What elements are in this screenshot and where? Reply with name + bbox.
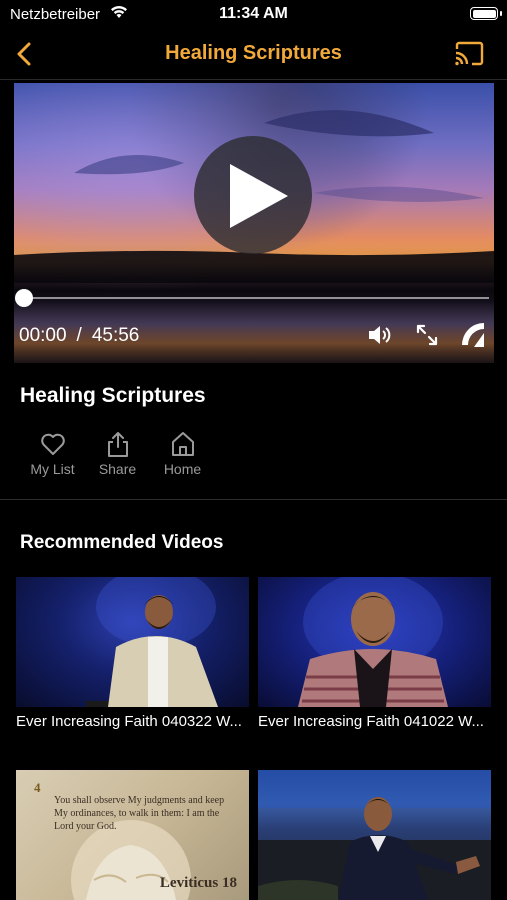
video-thumbnail[interactable] [16,577,249,707]
speaker-thumbnail-art [258,770,491,900]
my-list-label: My List [30,461,75,477]
current-time: 00:00 [19,325,67,346]
page-title: Healing Scriptures [165,42,342,64]
speaker-thumbnail-art [298,577,448,707]
verse-text: You shall observe My judgments and keep … [54,795,225,832]
my-list-button[interactable]: My List [20,430,85,477]
progress-knob[interactable] [15,289,33,307]
verse-number: 4 [34,780,41,795]
video-player[interactable]: 00:00 / 45:56 [14,83,494,363]
volume-icon[interactable] [367,323,393,347]
video-card[interactable]: 4 You shall observe My judgments and kee… [16,770,249,900]
video-card[interactable]: Ever Increasing Faith 040322 W... [16,577,249,730]
play-button[interactable] [194,136,312,254]
home-label: Home [163,461,202,477]
time-separator: / [76,325,82,346]
action-bar: My List Share Home [20,430,215,477]
progress-bar[interactable] [15,289,489,307]
status-time: 11:34 AM [219,5,288,22]
share-icon [107,432,128,457]
section-divider [0,499,507,500]
status-bar: Netzbetreiber 11:34 AM [0,0,507,28]
time-display: 00:00 / 45:56 [19,325,139,347]
video-thumbnail[interactable] [258,770,491,900]
nav-bar: Healing Scriptures [0,28,507,80]
home-button[interactable]: Home [150,430,215,477]
share-label: Share [98,461,137,477]
speaker-thumbnail-art [86,577,218,707]
battery-cap [500,11,502,16]
play-icon [230,164,288,228]
video-title: Healing Scriptures [20,384,206,407]
heart-icon [40,433,65,455]
video-card-title: Ever Increasing Faith 041022 W... [258,713,484,730]
video-thumbnail[interactable]: 4 You shall observe My judgments and kee… [16,770,249,900]
video-card[interactable]: Ever Increasing Faith 041022 W... [258,577,491,730]
home-icon [171,432,194,456]
cast-icon[interactable] [453,40,485,68]
video-card[interactable] [258,770,491,900]
video-thumbnail[interactable] [258,577,491,707]
airplay-icon[interactable] [460,321,486,349]
duration: 45:56 [91,325,140,346]
verse-reference: Leviticus 18 [159,875,237,891]
recommended-heading: Recommended Videos [20,532,224,553]
share-button[interactable]: Share [85,430,150,477]
battery-icon [470,7,498,20]
fullscreen-icon[interactable] [415,323,439,347]
video-card-title: Ever Increasing Faith 040322 W... [16,713,242,730]
